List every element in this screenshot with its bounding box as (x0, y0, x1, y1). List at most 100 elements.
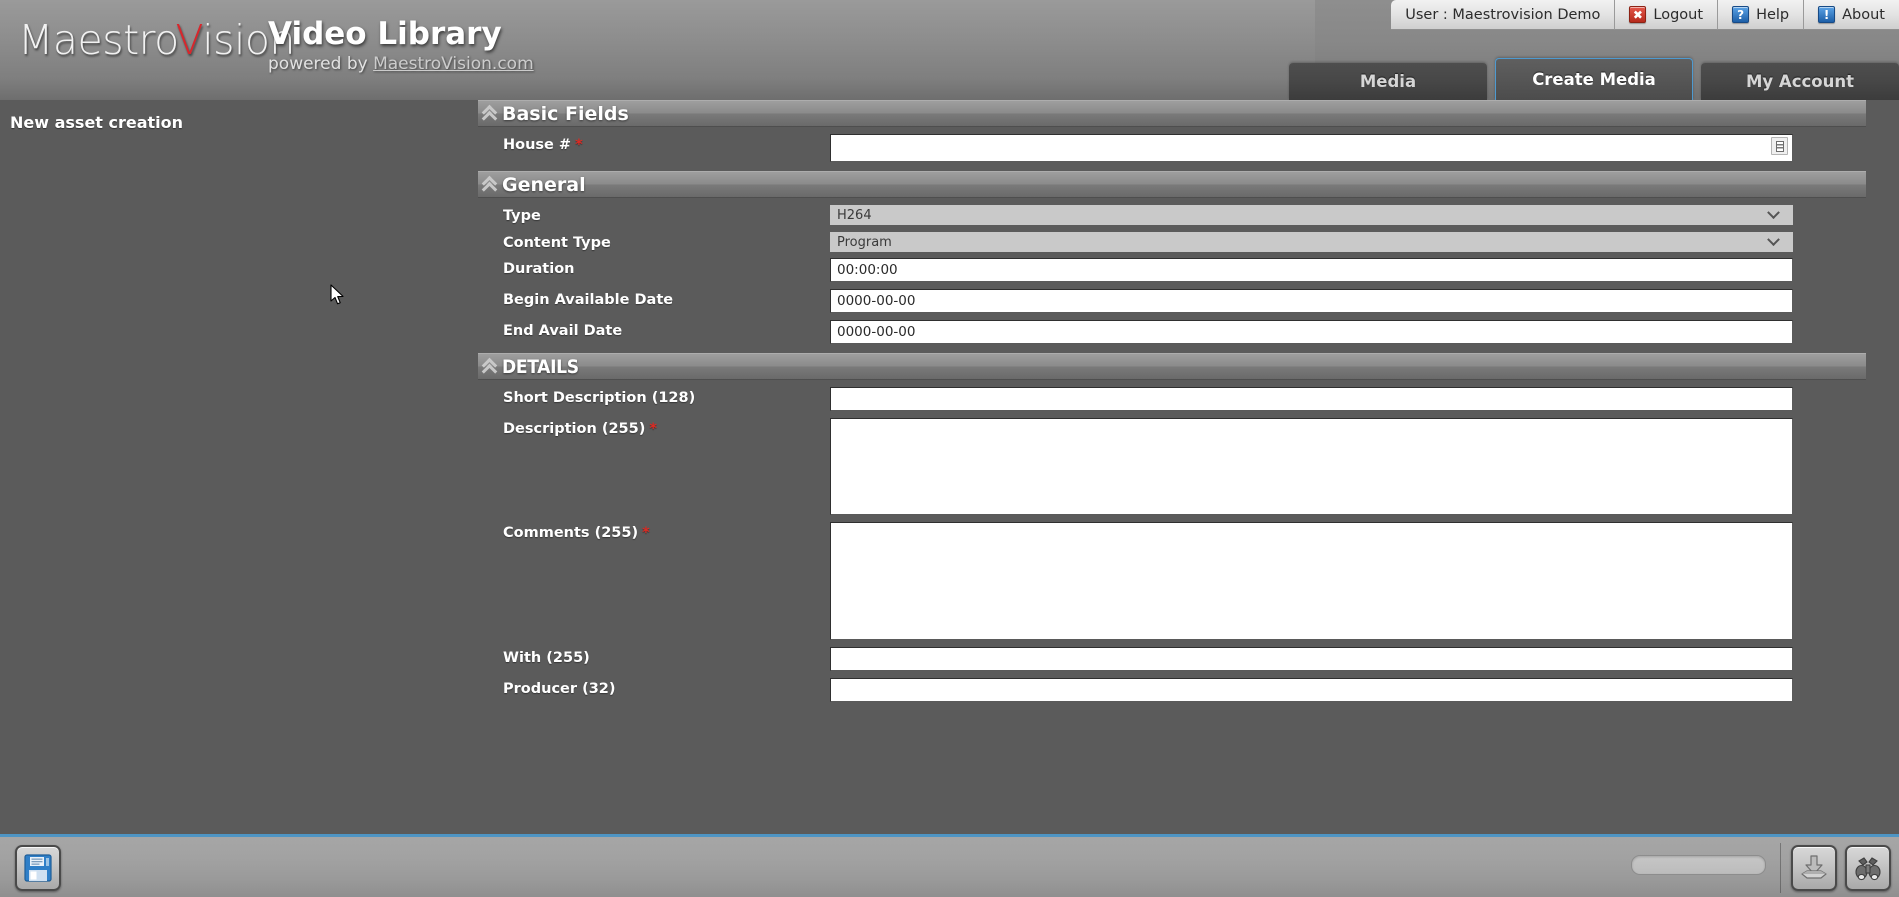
type-select[interactable]: H264 (830, 205, 1793, 225)
field-row-house-number: House #* (478, 134, 1899, 162)
short-description-input[interactable] (830, 387, 1793, 411)
download-import-icon (1799, 853, 1829, 883)
maestrovision-link[interactable]: MaestroVision.com (373, 54, 534, 74)
field-label-text: Description (255) (503, 421, 645, 437)
with-input[interactable] (830, 647, 1793, 671)
id-card-icon[interactable] (1771, 137, 1788, 155)
field-control-description (830, 418, 1793, 515)
field-row-short-description: Short Description (128) (478, 387, 1899, 411)
tab-my-account[interactable]: My Account (1701, 63, 1899, 100)
field-row-duration: Duration 00:00:00 (478, 258, 1899, 282)
save-button[interactable] (15, 845, 61, 891)
footer-toolbar (0, 834, 1899, 897)
field-label-text: Comments (255) (503, 525, 638, 541)
progress-indicator[interactable] (1631, 855, 1766, 875)
page-header: MaestroVision Video Library powered by M… (0, 0, 1899, 100)
tab-create-media[interactable]: Create Media (1495, 58, 1693, 100)
end-avail-date-input[interactable]: 0000-00-00 (830, 320, 1793, 344)
field-label-end-avail-date: End Avail Date (478, 320, 830, 339)
field-label-description: Description (255)* (478, 418, 830, 437)
field-label-type: Type (478, 205, 830, 224)
about-button[interactable]: ! About (1803, 0, 1899, 30)
main-tab-bar: Media Create Media My Account (1281, 58, 1899, 100)
help-icon: ? (1732, 6, 1749, 23)
account-toolbar: User : Maestrovision Demo ✖ Logout ? Hel… (1391, 0, 1899, 30)
type-select-value: H264 (837, 208, 872, 223)
logo-text-pre: Maestro (18, 16, 176, 64)
section-body-general: Type H264 Content Type Program (478, 199, 1899, 344)
field-control-duration: 00:00:00 (830, 258, 1793, 282)
field-row-comments: Comments (255)* (478, 522, 1899, 640)
section-body-details: Short Description (128) Description (255… (478, 381, 1899, 702)
user-label-text: User : Maestrovision Demo (1405, 7, 1600, 23)
asset-form-panel: Basic Fields House #* General (478, 100, 1899, 834)
producer-input[interactable] (830, 678, 1793, 702)
chevron-up-double-icon (482, 105, 498, 123)
field-control-end-avail-date: 0000-00-00 (830, 320, 1793, 344)
comments-textarea[interactable] (830, 522, 1793, 640)
field-label-producer: Producer (32) (478, 678, 830, 697)
browse-button[interactable] (1845, 845, 1891, 891)
about-label: About (1842, 7, 1885, 23)
new-asset-creation-heading: New asset creation (10, 113, 183, 132)
field-label-content-type: Content Type (478, 232, 830, 251)
field-row-content-type: Content Type Program (478, 232, 1899, 252)
content-area: New asset creation Basic Fields House #* (0, 100, 1899, 834)
field-control-comments (830, 522, 1793, 640)
logo-text-accent: V (176, 16, 203, 64)
help-button[interactable]: ? Help (1717, 0, 1803, 30)
chevron-down-icon (1767, 233, 1780, 246)
logout-icon: ✖ (1629, 6, 1646, 23)
required-marker: * (649, 421, 657, 437)
section-header-general[interactable]: General (478, 171, 1866, 198)
import-button[interactable] (1791, 845, 1837, 891)
house-number-input[interactable] (830, 134, 1793, 162)
field-row-producer: Producer (32) (478, 678, 1899, 702)
field-label-comments: Comments (255)* (478, 522, 830, 541)
about-icon: ! (1818, 6, 1835, 23)
footer-divider (1780, 843, 1781, 893)
powered-by-line: powered by MaestroVision.com (268, 54, 534, 74)
field-control-content-type: Program (830, 232, 1793, 252)
field-label-duration: Duration (478, 258, 830, 277)
powered-by-text: powered by (268, 54, 373, 74)
section-title-basic-fields: Basic Fields (502, 103, 629, 125)
section-title-general: General (502, 174, 586, 196)
field-row-description: Description (255)* (478, 418, 1899, 515)
field-control-producer (830, 678, 1793, 702)
application-window: MaestroVision Video Library powered by M… (0, 0, 1899, 897)
field-row-type: Type H264 (478, 205, 1899, 225)
field-control-type: H264 (830, 205, 1793, 225)
begin-available-date-input[interactable]: 0000-00-00 (830, 289, 1793, 313)
field-control-short-description (830, 387, 1793, 411)
section-body-basic-fields: House #* (478, 128, 1899, 162)
description-textarea[interactable] (830, 418, 1793, 515)
logout-label: Logout (1653, 7, 1703, 23)
chevron-up-double-icon (482, 176, 498, 194)
field-label-with: With (255) (478, 647, 830, 666)
field-label-text: House # (503, 137, 571, 153)
section-title-details: DETAILS (502, 356, 579, 378)
maestrovision-logo: MaestroVision (18, 16, 295, 64)
logout-button[interactable]: ✖ Logout (1614, 0, 1717, 30)
field-control-house-number (830, 134, 1793, 162)
binoculars-search-icon (1853, 853, 1883, 883)
duration-input[interactable]: 00:00:00 (830, 258, 1793, 282)
field-control-with (830, 647, 1793, 671)
content-type-select-value: Program (837, 235, 892, 250)
tab-media[interactable]: Media (1289, 63, 1487, 100)
field-label-begin-available-date: Begin Available Date (478, 289, 830, 308)
user-label: User : Maestrovision Demo (1391, 0, 1614, 30)
section-header-basic-fields[interactable]: Basic Fields (478, 100, 1866, 127)
field-row-begin-available-date: Begin Available Date 0000-00-00 (478, 289, 1899, 313)
page-title: Video Library (268, 16, 502, 52)
content-type-select[interactable]: Program (830, 232, 1793, 252)
field-label-house-number: House #* (478, 134, 830, 153)
section-header-details[interactable]: DETAILS (478, 353, 1866, 380)
floppy-disk-save-icon (23, 853, 53, 883)
help-label: Help (1756, 7, 1789, 23)
required-marker: * (642, 525, 650, 541)
chevron-down-icon (1767, 206, 1780, 219)
field-label-short-description: Short Description (128) (478, 387, 830, 406)
field-row-end-avail-date: End Avail Date 0000-00-00 (478, 320, 1899, 344)
